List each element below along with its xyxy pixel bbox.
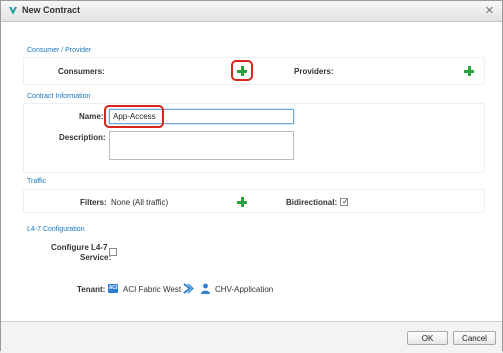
name-label: Name: (79, 112, 104, 121)
filters-value: None (All traffic) (111, 198, 169, 207)
add-filter-plus-icon[interactable] (237, 197, 247, 207)
traffic-panel: Filters: None (All traffic) Bidirectiona… (23, 189, 485, 213)
section-consumer-provider: Consumer / Provider (27, 47, 92, 54)
description-textarea[interactable] (109, 131, 294, 160)
consumers-label: Consumers: (58, 67, 105, 76)
bidirectional-checkbox[interactable]: ✓ (340, 197, 349, 206)
providers-label: Providers: (294, 67, 334, 76)
section-l47-configuration: L4-7 Configuration (27, 226, 85, 233)
chevron-right-icon (183, 283, 194, 294)
close-icon[interactable]: ✕ (485, 4, 494, 17)
ok-button[interactable]: OK (407, 331, 448, 345)
configure-l47-label-line2: Service: (80, 253, 112, 262)
name-callout (104, 105, 164, 128)
application-name: CHV-Application (215, 285, 274, 294)
bidirectional-label: Bidirectional: (286, 198, 338, 207)
fabric-name: ACI Fabric West (123, 285, 182, 294)
consumer-provider-panel: Consumers: Providers: (23, 57, 485, 85)
section-traffic: Traffic (27, 178, 47, 185)
cancel-button[interactable]: Cancel (453, 331, 496, 345)
checkmark-icon: ✓ (342, 197, 349, 206)
dialog-title: New Contract (22, 5, 81, 15)
configure-l47-label-line1: Configure L4-7 (51, 243, 108, 252)
description-label: Description: (59, 133, 106, 142)
fabric-icon: ACI (108, 284, 118, 293)
tenant-label: Tenant: (77, 285, 106, 294)
contract-information-panel: Name: Description: (23, 103, 485, 173)
configure-l47-checkbox[interactable] (109, 248, 117, 256)
add-provider-plus-icon[interactable] (464, 66, 474, 76)
new-contract-dialog: New Contract ✕ Consumer / Provider Consu… (0, 0, 503, 353)
filters-label: Filters: (80, 198, 107, 207)
add-consumer-plus-icon[interactable] (237, 66, 247, 76)
section-contract-information: Contract Information (27, 93, 91, 100)
user-icon (201, 283, 210, 294)
app-logo-icon (9, 7, 17, 15)
dialog-titlebar: New Contract ✕ (1, 1, 502, 22)
